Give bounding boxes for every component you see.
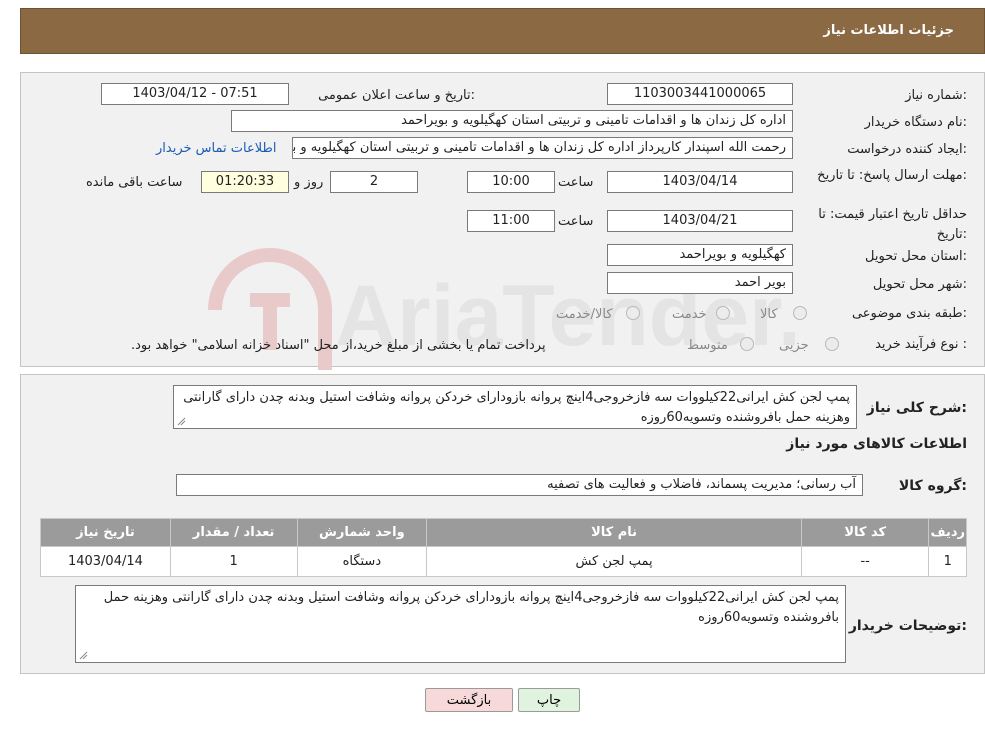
validity-label: حداقل تاریخ اعتبار قیمت: تا تاریخ:: [818, 207, 967, 242]
province-label: استان محل تحویل:: [865, 249, 967, 264]
buyer-notes-label: توضیحات خریدار:: [848, 618, 967, 634]
print-button[interactable]: چاپ: [518, 688, 580, 712]
cell-need-date: 1403/04/14: [40, 546, 171, 577]
description-text: پمپ لجن کش ایرانی22کیلووات سه فازخروجی4ا…: [183, 390, 850, 425]
goods-table: ردیف کد کالا نام کالا واحد شمارش تعداد /…: [40, 518, 967, 577]
remaining-time-label: ساعت باقی مانده: [86, 175, 183, 190]
creator-field[interactable]: رحمت الله اسپندار کارپرداز اداره کل زندا…: [292, 137, 793, 159]
creator-label: ایجاد کننده درخواست:: [847, 142, 967, 157]
category-label: طبقه بندی موضوعی:: [851, 306, 967, 321]
goods-section-title: اطلاعات کالاهای مورد نیاز: [786, 436, 967, 452]
process-option-minor: جزیی: [779, 338, 809, 353]
back-button[interactable]: بازگشت: [425, 688, 513, 712]
table-header-row: ردیف کد کالا نام کالا واحد شمارش تعداد /…: [40, 518, 967, 547]
process-option-medium: متوسط: [687, 338, 728, 353]
category-radio-goods-service[interactable]: [626, 306, 640, 320]
buyer-notes-text: پمپ لجن کش ایرانی22کیلووات سه فازخروجی4ا…: [103, 590, 839, 625]
category-option-service: خدمت: [672, 307, 707, 322]
city-label: شهر محل تحویل:: [872, 277, 967, 292]
process-radio-minor[interactable]: [825, 337, 839, 351]
buyer-contact-link[interactable]: اطلاعات تماس خریدار: [156, 141, 276, 156]
resize-grip-icon[interactable]: [176, 416, 186, 426]
col-need-date: تاریخ نیاز: [40, 518, 171, 547]
buyer-notes-textarea[interactable]: پمپ لجن کش ایرانی22کیلووات سه فازخروجی4ا…: [75, 585, 846, 663]
province-field[interactable]: کهگیلویه و بویراحمد: [607, 244, 793, 266]
description-label: شرح کلی نیاز:: [866, 400, 967, 416]
validity-date-field[interactable]: 1403/04/21: [607, 210, 793, 232]
cell-goods-code: --: [800, 546, 930, 577]
col-goods-name: نام کالا: [426, 518, 802, 547]
table-row[interactable]: 1 -- پمپ لجن کش دستگاه 1 1403/04/14: [40, 546, 967, 577]
category-radio-service[interactable]: [716, 306, 730, 320]
deadline-time-label: ساعت: [558, 175, 594, 190]
need-number-field[interactable]: 1103003441000065: [607, 83, 793, 105]
cell-goods-name: پمپ لجن کش: [426, 546, 802, 577]
category-radio-goods[interactable]: [793, 306, 807, 320]
col-goods-code: کد کالا: [800, 518, 930, 547]
validity-time-field[interactable]: 11:00: [467, 210, 555, 232]
remaining-time-field[interactable]: 01:20:33: [201, 171, 289, 193]
deadline-time-field[interactable]: 10:00: [467, 171, 555, 193]
cell-unit: دستگاه: [296, 546, 428, 577]
buyer-org-field[interactable]: اداره کل زندان ها و اقدامات تامینی و ترب…: [231, 110, 793, 132]
col-quantity: تعداد / مقدار: [169, 518, 298, 547]
col-row-number: ردیف: [928, 518, 967, 547]
deadline-label: مهلت ارسال پاسخ: تا تاریخ:: [817, 168, 967, 183]
page-title: جزئیات اطلاعات نیاز: [823, 23, 954, 38]
days-field[interactable]: 2: [330, 171, 418, 193]
cell-row-number: 1: [928, 546, 967, 577]
deadline-date-field[interactable]: 1403/04/14: [607, 171, 793, 193]
category-option-goods-service: کالا/خدمت: [556, 307, 613, 322]
days-label: روز و: [294, 175, 324, 190]
announce-datetime-field[interactable]: 1403/04/12 - 07:51: [101, 83, 289, 105]
goods-group-field[interactable]: آب رسانی؛ مدیریت پسماند، فاضلاب و فعالیت…: [176, 474, 863, 496]
process-label: نوع فرآیند خرید :: [875, 337, 967, 352]
process-note: پرداخت تمام یا بخشی از مبلغ خرید،از محل …: [131, 338, 546, 353]
need-number-label: شماره نیاز:: [905, 88, 967, 103]
city-field[interactable]: بویر احمد: [607, 272, 793, 294]
category-option-goods: کالا: [760, 307, 778, 322]
description-textarea[interactable]: پمپ لجن کش ایرانی22کیلووات سه فازخروجی4ا…: [173, 385, 857, 429]
resize-grip-icon[interactable]: [78, 650, 88, 660]
goods-group-label: گروه کالا:: [898, 478, 967, 494]
buyer-org-label: نام دستگاه خریدار:: [864, 115, 967, 130]
process-radio-medium[interactable]: [740, 337, 754, 351]
page-header: جزئیات اطلاعات نیاز: [20, 8, 985, 54]
announce-datetime-label: تاریخ و ساعت اعلان عمومی:: [318, 88, 475, 103]
col-unit: واحد شمارش: [296, 518, 428, 547]
validity-time-label: ساعت: [558, 214, 594, 229]
cell-quantity: 1: [169, 546, 298, 577]
